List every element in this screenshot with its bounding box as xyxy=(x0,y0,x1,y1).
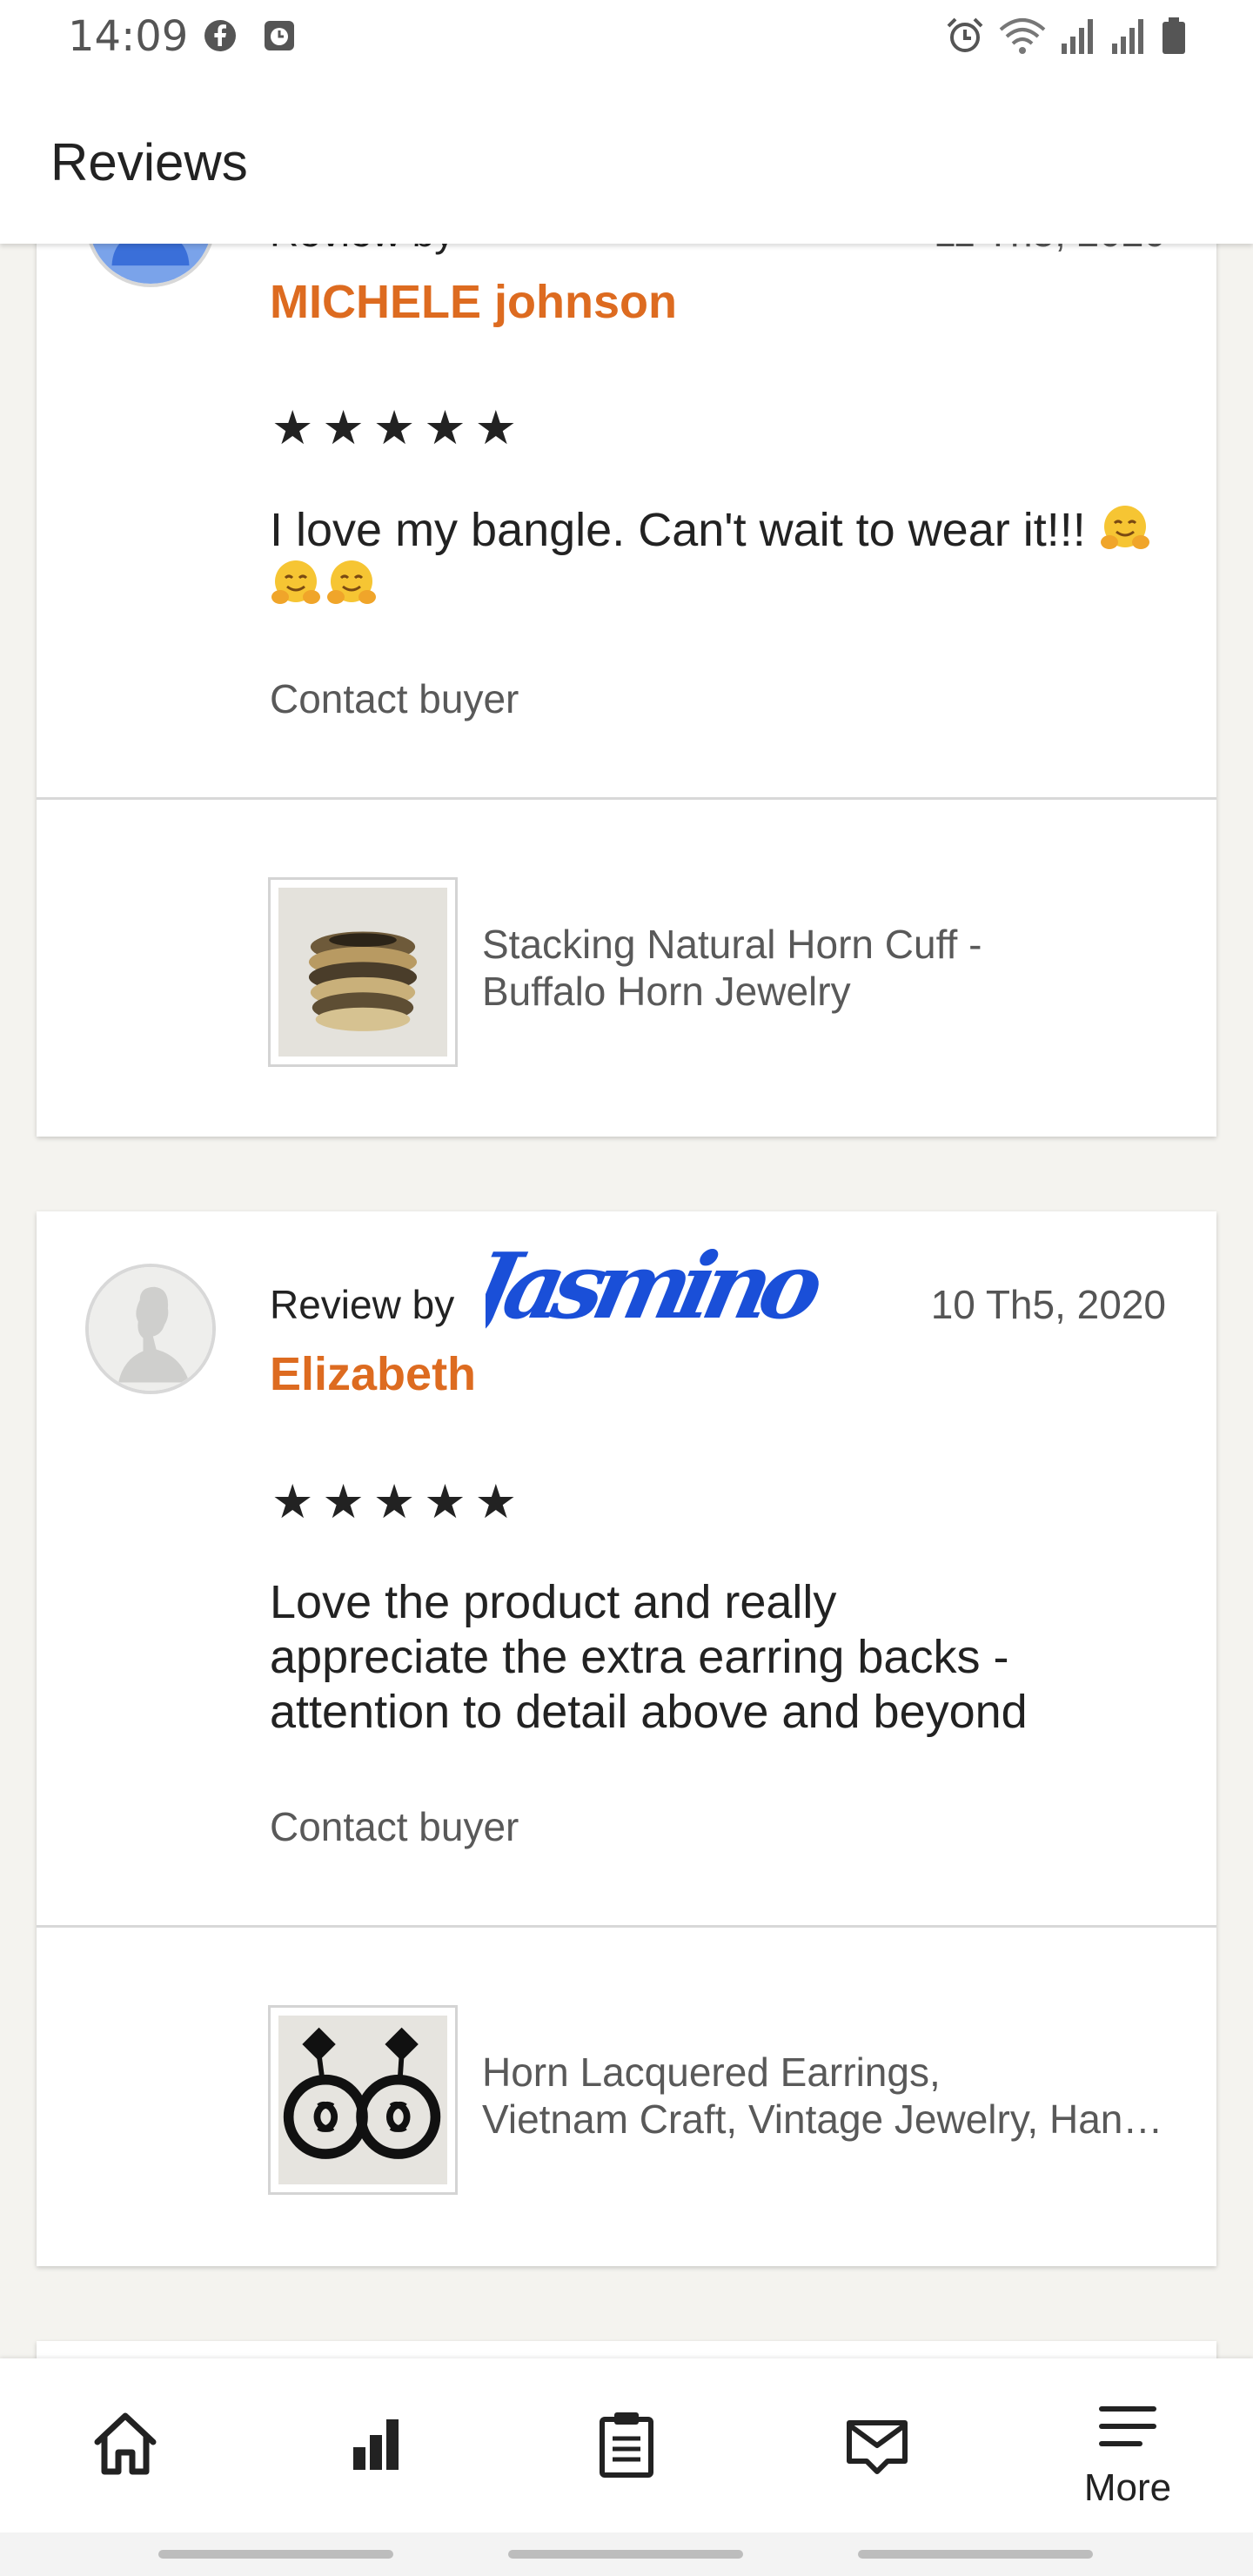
reviews-list[interactable]: Review by 11 Th5, 2020 MICHELE johnson ★… xyxy=(0,0,1253,2358)
horn-cuff-bangle-photo xyxy=(278,888,447,1057)
review-text-line: attention to detail above and beyond xyxy=(270,1686,1028,1738)
menu-icon xyxy=(1099,2406,1156,2446)
star-rating: ★★★★★ xyxy=(271,400,526,455)
listing-title-line: Buffalo Horn Jewelry xyxy=(482,969,851,1014)
star-rating: ★★★★★ xyxy=(271,1474,526,1529)
app-header: Reviews xyxy=(0,73,1253,244)
hugging-face-emoji xyxy=(327,560,376,604)
review-by-label: Review by xyxy=(270,1282,455,1327)
hugging-face-emoji xyxy=(1100,506,1149,549)
gesture-pill[interactable] xyxy=(858,2550,1093,2559)
gesture-pill[interactable] xyxy=(508,2550,743,2559)
lacquered-earrings-photo xyxy=(278,2016,447,2184)
system-gesture-bar xyxy=(0,2532,1253,2576)
listing-thumbnail[interactable] xyxy=(268,877,458,1067)
clock-app-icon xyxy=(265,21,294,50)
listing-title-line: Horn Lacquered Earrings, xyxy=(482,2049,941,2095)
wifi-icon xyxy=(999,18,1046,54)
contact-buyer-link[interactable]: Contact buyer xyxy=(270,675,519,722)
listing-title-line: Stacking Natural Horn Cuff - xyxy=(482,922,982,967)
avatar[interactable] xyxy=(85,1264,216,1394)
review-text-line: Love the product and really xyxy=(270,1576,837,1628)
signature-text: Jasmino xyxy=(486,1232,833,1339)
review-card xyxy=(37,2341,1216,2358)
review-text-body: I love my bangle. Can't wait to wear it!… xyxy=(270,504,1086,556)
nav-orders[interactable] xyxy=(501,2358,752,2532)
alarm-icon xyxy=(947,17,983,52)
listing-title[interactable]: Stacking Natural Horn Cuff - Buffalo Hor… xyxy=(482,921,1178,1015)
gesture-pill[interactable] xyxy=(158,2550,393,2559)
bottom-navigation: More xyxy=(0,2358,1253,2532)
review-card: Review by 10 Th5, 2020 Elizabeth Jasmino… xyxy=(37,1211,1216,2266)
listing-thumbnail[interactable] xyxy=(268,2005,458,2195)
listing-title[interactable]: Horn Lacquered Earrings, Vietnam Craft, … xyxy=(482,2049,1178,2143)
signal-icon xyxy=(1112,19,1143,54)
stats-icon xyxy=(353,2419,399,2470)
review-date: 10 Th5, 2020 xyxy=(930,1282,1166,1327)
status-time: 14:09 xyxy=(68,12,189,61)
divider xyxy=(37,1925,1216,1928)
nav-more[interactable]: More xyxy=(1002,2358,1253,2532)
reviewer-name[interactable]: Elizabeth xyxy=(270,1347,476,1401)
review-text-line: appreciate the extra earring backs - xyxy=(270,1631,1009,1683)
nav-home[interactable] xyxy=(0,2358,251,2532)
gray-silhouette-avatar-icon xyxy=(89,1267,212,1391)
review-text: Love the product and really appreciate t… xyxy=(270,1575,1157,1740)
status-bar: 14:09 xyxy=(0,0,1253,73)
review-text: I love my bangle. Can't wait to wear it!… xyxy=(270,503,1157,613)
listing-title-line: Vietnam Craft, Vintage Jewelry, Handmade xyxy=(482,2096,1178,2142)
signature-overlay: Jasmino xyxy=(486,1232,833,1339)
reviewer-name[interactable]: MICHELE johnson xyxy=(270,275,677,329)
orders-clipboard-icon xyxy=(600,2412,653,2478)
nav-more-label: More xyxy=(1083,2466,1172,2509)
divider xyxy=(37,797,1216,800)
messages-icon xyxy=(847,2420,908,2474)
signal-icon xyxy=(1062,19,1093,54)
battery-icon xyxy=(1163,17,1185,54)
status-right-icons xyxy=(945,14,1187,57)
review-card: Review by 11 Th5, 2020 MICHELE johnson ★… xyxy=(37,157,1216,1137)
nav-stats[interactable] xyxy=(251,2358,501,2532)
hugging-face-emoji xyxy=(271,560,320,604)
page-title: Reviews xyxy=(50,133,248,191)
contact-buyer-link[interactable]: Contact buyer xyxy=(270,1803,519,1850)
facebook-icon xyxy=(204,20,236,51)
home-icon xyxy=(94,2412,157,2475)
nav-messages[interactable] xyxy=(752,2358,1002,2532)
